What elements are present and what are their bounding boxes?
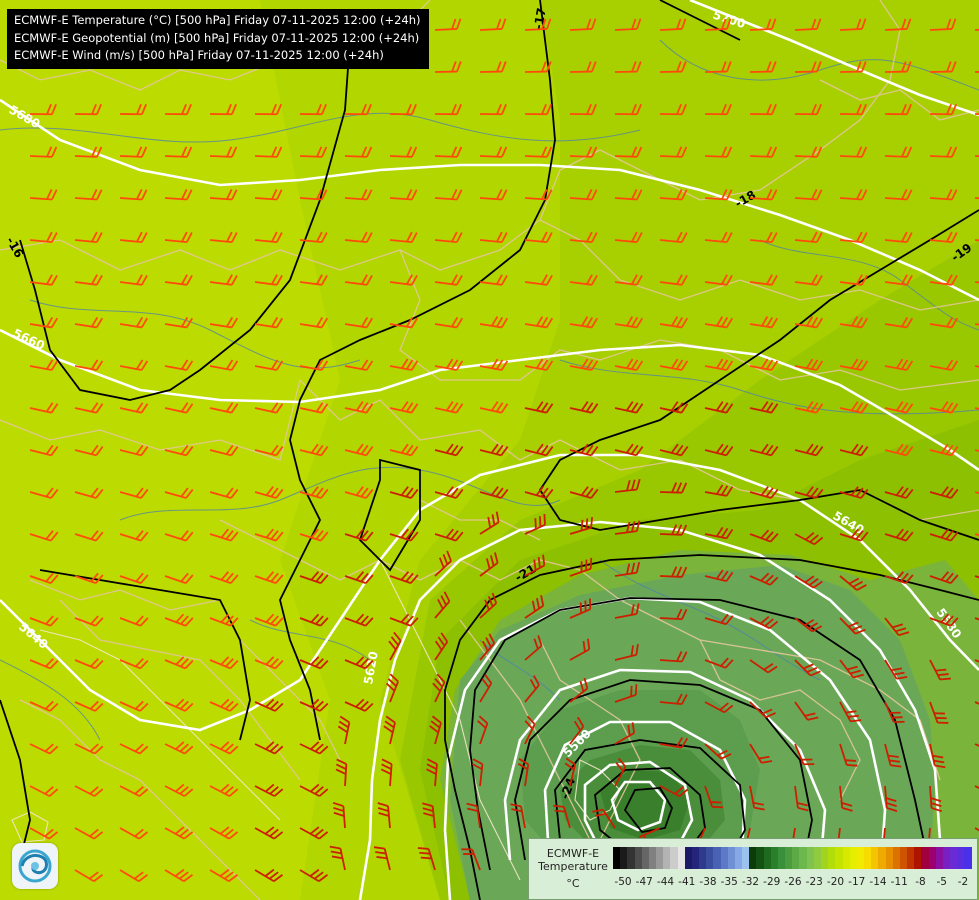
legend-swatch: [763, 847, 771, 869]
legend-swatch: [942, 847, 951, 869]
legend-swatch: [885, 847, 893, 869]
map-title-box: ECMWF-E Temperature (°C) [500 hPa] Frida…: [7, 9, 429, 69]
legend-swatch: [756, 847, 764, 869]
legend-swatch: [620, 847, 628, 869]
legend-swatch: [957, 847, 965, 869]
map-canvas: 5700 5680 5660 5640 5640 5620 5580 5560 …: [0, 0, 979, 900]
legend-swatch: [641, 847, 649, 869]
legend-tick-label: -29: [763, 876, 781, 888]
legend-swatch: [706, 847, 714, 869]
legend-swatch: [921, 847, 929, 869]
legend-swatch: [785, 847, 793, 869]
legend-tick-label: -14: [869, 876, 887, 888]
legend-tick-label: -26: [784, 876, 802, 888]
provider-logo[interactable]: [12, 843, 58, 889]
legend-tick-label: -20: [826, 876, 845, 888]
legend-swatch: [713, 847, 721, 869]
legend-swatch: [656, 847, 664, 869]
legend-swatch: [871, 847, 879, 869]
legend-tick-label: -17: [848, 876, 866, 888]
legend-swatch: [864, 847, 872, 869]
wind-title: ECMWF-E Wind (m/s) [500 hPa] Friday 07-1…: [14, 48, 384, 62]
legend-swatch: [856, 847, 865, 869]
legend-tick-label: -44: [656, 876, 675, 888]
legend-swatch: [914, 847, 922, 869]
legend-tick-labels: -50 -47 -44 -41 -38 -35 -32 -29 -26 -23 -20 -17 -14-…: [613, 876, 973, 890]
legend-swatch: [734, 847, 743, 869]
legend-swatch: [806, 847, 814, 869]
legend-title-line2: Temperature: [538, 860, 608, 873]
temperature-title: ECMWF-E Temperature (°C) [500 hPa] Frida…: [14, 13, 421, 27]
legend-swatch: [842, 847, 850, 869]
legend-swatch: [799, 847, 807, 869]
legend-swatch: [720, 847, 728, 869]
legend-swatch: [813, 847, 821, 869]
legend-tick-label: -2: [957, 876, 969, 888]
legend-swatch: [677, 847, 685, 869]
legend-swatch: [828, 847, 836, 869]
legend-swatch: [849, 847, 857, 869]
swirl-logo-icon: [18, 849, 52, 883]
legend-tick-label: -35: [720, 876, 738, 888]
legend-swatch: [892, 847, 900, 869]
legend-swatch: [964, 847, 972, 869]
legend-tick-label: -11: [890, 876, 908, 888]
legend-tick-label: -38: [699, 876, 717, 888]
legend-tick-label: -50: [614, 876, 632, 888]
legend-tick-label: -23: [805, 876, 823, 888]
legend-swatch: [613, 847, 621, 869]
legend-swatch: [835, 847, 843, 869]
temperature-legend: ECMWF-E Temperature °C -50 -47 -44 -41 -38 -3…: [528, 838, 978, 900]
legend-swatch: [878, 847, 886, 869]
legend-tick-label: -8: [915, 876, 926, 888]
geopotential-title: ECMWF-E Geopotential (m) [500 hPa] Frida…: [14, 30, 420, 45]
legend-swatch: [691, 847, 700, 869]
legend-tick-label: -41: [678, 876, 696, 888]
weather-map[interactable]: 5700 5680 5660 5640 5640 5620 5580 5560 …: [0, 0, 979, 900]
legend-swatch: [770, 847, 778, 869]
legend-swatch: [627, 847, 635, 869]
legend-swatch: [935, 847, 943, 869]
legend-swatch: [663, 847, 671, 869]
legend-color-scale: [613, 847, 972, 869]
legend-swatch: [749, 847, 757, 869]
legend-title: ECMWF-E Temperature: [533, 847, 613, 873]
legend-swatch: [907, 847, 915, 869]
legend-tick-label: -47: [635, 876, 653, 888]
legend-swatch: [648, 847, 657, 869]
legend-swatch: [950, 847, 958, 869]
legend-swatch: [727, 847, 735, 869]
legend-title-line1: ECMWF-E: [546, 847, 600, 860]
legend-swatch: [820, 847, 829, 869]
legend-unit: °C: [566, 877, 580, 890]
legend-swatch: [670, 847, 678, 869]
legend-swatch: [742, 847, 750, 869]
legend-swatch: [899, 847, 908, 869]
legend-swatch: [699, 847, 707, 869]
legend-swatch: [792, 847, 800, 869]
legend-swatch: [928, 847, 936, 869]
legend-swatch: [684, 847, 692, 869]
legend-tick-label: -5: [936, 876, 947, 888]
legend-tick-label: -32: [741, 876, 760, 888]
legend-swatch: [634, 847, 642, 869]
legend-swatch: [777, 847, 786, 869]
